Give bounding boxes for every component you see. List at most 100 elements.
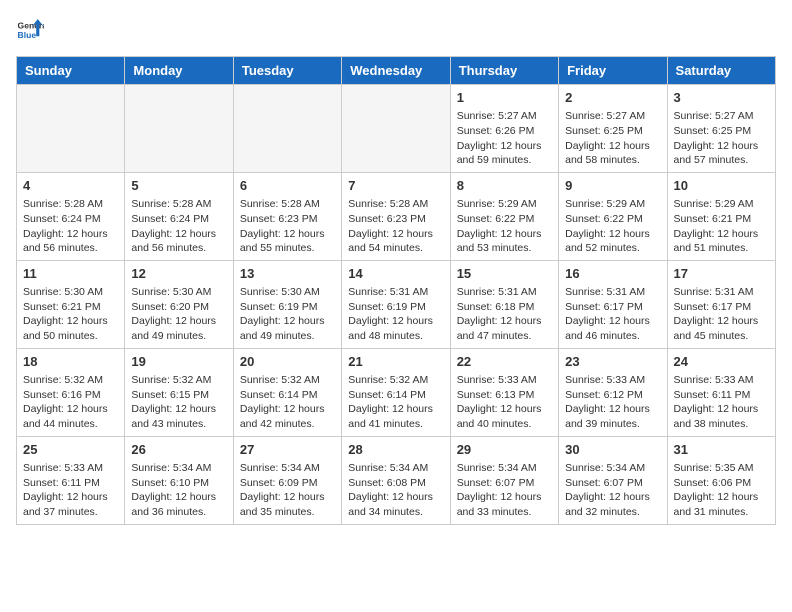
day-number: 22: [457, 353, 552, 371]
weekday-header: Saturday: [667, 57, 775, 85]
day-number: 19: [131, 353, 226, 371]
calendar-day: 7 Sunrise: 5:28 AMSunset: 6:23 PMDaylight…: [342, 172, 450, 260]
day-info: Sunrise: 5:34 AMSunset: 6:09 PMDaylight:…: [240, 461, 335, 520]
day-info: Sunrise: 5:33 AMSunset: 6:13 PMDaylight:…: [457, 373, 552, 432]
calendar-day: 3 Sunrise: 5:27 AMSunset: 6:25 PMDaylight…: [667, 85, 775, 173]
day-number: 21: [348, 353, 443, 371]
calendar-day: 27Sunrise: 5:34 AMSunset: 6:09 PMDayligh…: [233, 436, 341, 524]
calendar-table: SundayMondayTuesdayWednesdayThursdayFrid…: [16, 56, 776, 525]
day-info: Sunrise: 5:29 AMSunset: 6:21 PMDaylight:…: [674, 197, 769, 256]
day-info: Sunrise: 5:28 AMSunset: 6:23 PMDaylight:…: [348, 197, 443, 256]
day-number: 18: [23, 353, 118, 371]
calendar-day: 24 Sunrise: 5:33 AMSunset: 6:11 PMDayligh…: [667, 348, 775, 436]
day-number: 24: [674, 353, 769, 371]
calendar-week-row: 1 Sunrise: 5:27 AMSunset: 6:26 PMDaylight…: [17, 85, 776, 173]
day-info: Sunrise: 5:27 AMSunset: 6:26 PMDaylight:…: [457, 109, 552, 168]
day-number: 31: [674, 441, 769, 459]
calendar-week-row: 25Sunrise: 5:33 AMSunset: 6:11 PMDayligh…: [17, 436, 776, 524]
calendar-day: 22 Sunrise: 5:33 AMSunset: 6:13 PMDayligh…: [450, 348, 558, 436]
day-number: 12: [131, 265, 226, 283]
day-number: 20: [240, 353, 335, 371]
calendar-day: 31 Sunrise: 5:35 AMSunset: 6:06 PMDayligh…: [667, 436, 775, 524]
calendar-day: 30 Sunrise: 5:34 AMSunset: 6:07 PMDayligh…: [559, 436, 667, 524]
calendar-week-row: 4 Sunrise: 5:28 AMSunset: 6:24 PMDaylight…: [17, 172, 776, 260]
day-number: 13: [240, 265, 335, 283]
calendar-day: 26Sunrise: 5:34 AMSunset: 6:10 PMDayligh…: [125, 436, 233, 524]
day-info: Sunrise: 5:31 AMSunset: 6:19 PMDaylight:…: [348, 285, 443, 344]
calendar-day: 2 Sunrise: 5:27 AMSunset: 6:25 PMDaylight…: [559, 85, 667, 173]
day-info: Sunrise: 5:30 AMSunset: 6:21 PMDaylight:…: [23, 285, 118, 344]
day-number: 25: [23, 441, 118, 459]
day-number: 17: [674, 265, 769, 283]
day-info: Sunrise: 5:35 AMSunset: 6:06 PMDaylight:…: [674, 461, 769, 520]
day-info: Sunrise: 5:32 AMSunset: 6:15 PMDaylight:…: [131, 373, 226, 432]
day-number: 14: [348, 265, 443, 283]
calendar-day: 23 Sunrise: 5:33 AMSunset: 6:12 PMDayligh…: [559, 348, 667, 436]
calendar-day: 6Sunrise: 5:28 AMSunset: 6:23 PMDaylight…: [233, 172, 341, 260]
day-number: 4: [23, 177, 118, 195]
day-info: Sunrise: 5:34 AMSunset: 6:08 PMDaylight:…: [348, 461, 443, 520]
calendar-day: 12 Sunrise: 5:30 AMSunset: 6:20 PMDayligh…: [125, 260, 233, 348]
calendar-day: 14 Sunrise: 5:31 AMSunset: 6:19 PMDayligh…: [342, 260, 450, 348]
calendar-day: 15 Sunrise: 5:31 AMSunset: 6:18 PMDayligh…: [450, 260, 558, 348]
day-info: Sunrise: 5:28 AMSunset: 6:24 PMDaylight:…: [23, 197, 118, 256]
day-info: Sunrise: 5:30 AMSunset: 6:19 PMDaylight:…: [240, 285, 335, 344]
calendar-day: 9 Sunrise: 5:29 AMSunset: 6:22 PMDaylight…: [559, 172, 667, 260]
weekday-header: Sunday: [17, 57, 125, 85]
calendar-day: 5 Sunrise: 5:28 AMSunset: 6:24 PMDaylight…: [125, 172, 233, 260]
calendar-week-row: 18 Sunrise: 5:32 AMSunset: 6:16 PMDayligh…: [17, 348, 776, 436]
day-number: 23: [565, 353, 660, 371]
weekday-header: Tuesday: [233, 57, 341, 85]
day-info: Sunrise: 5:32 AMSunset: 6:14 PMDaylight:…: [240, 373, 335, 432]
day-number: 28: [348, 441, 443, 459]
day-info: Sunrise: 5:33 AMSunset: 6:12 PMDaylight:…: [565, 373, 660, 432]
day-info: Sunrise: 5:33 AMSunset: 6:11 PMDaylight:…: [674, 373, 769, 432]
day-info: Sunrise: 5:34 AMSunset: 6:07 PMDaylight:…: [565, 461, 660, 520]
weekday-header-row: SundayMondayTuesdayWednesdayThursdayFrid…: [17, 57, 776, 85]
day-number: 16: [565, 265, 660, 283]
calendar-day: 11 Sunrise: 5:30 AMSunset: 6:21 PMDayligh…: [17, 260, 125, 348]
day-number: 11: [23, 265, 118, 283]
day-number: 29: [457, 441, 552, 459]
day-number: 1: [457, 89, 552, 107]
day-info: Sunrise: 5:30 AMSunset: 6:20 PMDaylight:…: [131, 285, 226, 344]
day-number: 9: [565, 177, 660, 195]
day-number: 15: [457, 265, 552, 283]
calendar-day: 1 Sunrise: 5:27 AMSunset: 6:26 PMDaylight…: [450, 85, 558, 173]
day-info: Sunrise: 5:27 AMSunset: 6:25 PMDaylight:…: [674, 109, 769, 168]
calendar-day: [342, 85, 450, 173]
day-info: Sunrise: 5:31 AMSunset: 6:17 PMDaylight:…: [674, 285, 769, 344]
day-number: 10: [674, 177, 769, 195]
day-info: Sunrise: 5:31 AMSunset: 6:17 PMDaylight:…: [565, 285, 660, 344]
day-info: Sunrise: 5:32 AMSunset: 6:16 PMDaylight:…: [23, 373, 118, 432]
day-info: Sunrise: 5:32 AMSunset: 6:14 PMDaylight:…: [348, 373, 443, 432]
calendar-day: 8Sunrise: 5:29 AMSunset: 6:22 PMDaylight…: [450, 172, 558, 260]
calendar-day: 28 Sunrise: 5:34 AMSunset: 6:08 PMDayligh…: [342, 436, 450, 524]
weekday-header: Monday: [125, 57, 233, 85]
day-info: Sunrise: 5:27 AMSunset: 6:25 PMDaylight:…: [565, 109, 660, 168]
weekday-header: Friday: [559, 57, 667, 85]
calendar-day: 17 Sunrise: 5:31 AMSunset: 6:17 PMDayligh…: [667, 260, 775, 348]
day-number: 6: [240, 177, 335, 195]
svg-text:Blue: Blue: [18, 30, 37, 40]
day-number: 7: [348, 177, 443, 195]
day-number: 26: [131, 441, 226, 459]
calendar-day: [233, 85, 341, 173]
day-info: Sunrise: 5:28 AMSunset: 6:24 PMDaylight:…: [131, 197, 226, 256]
day-info: Sunrise: 5:29 AMSunset: 6:22 PMDaylight:…: [565, 197, 660, 256]
day-number: 30: [565, 441, 660, 459]
day-number: 2: [565, 89, 660, 107]
calendar-day: 19 Sunrise: 5:32 AMSunset: 6:15 PMDayligh…: [125, 348, 233, 436]
calendar-day: 18 Sunrise: 5:32 AMSunset: 6:16 PMDayligh…: [17, 348, 125, 436]
calendar-day: [17, 85, 125, 173]
calendar-day: 21 Sunrise: 5:32 AMSunset: 6:14 PMDayligh…: [342, 348, 450, 436]
page-header: General Blue: [16, 16, 776, 44]
logo-icon: General Blue: [16, 16, 44, 44]
calendar-day: 20 Sunrise: 5:32 AMSunset: 6:14 PMDayligh…: [233, 348, 341, 436]
day-number: 3: [674, 89, 769, 107]
weekday-header: Wednesday: [342, 57, 450, 85]
day-number: 5: [131, 177, 226, 195]
day-info: Sunrise: 5:31 AMSunset: 6:18 PMDaylight:…: [457, 285, 552, 344]
logo: General Blue: [16, 16, 44, 44]
day-number: 8: [457, 177, 552, 195]
